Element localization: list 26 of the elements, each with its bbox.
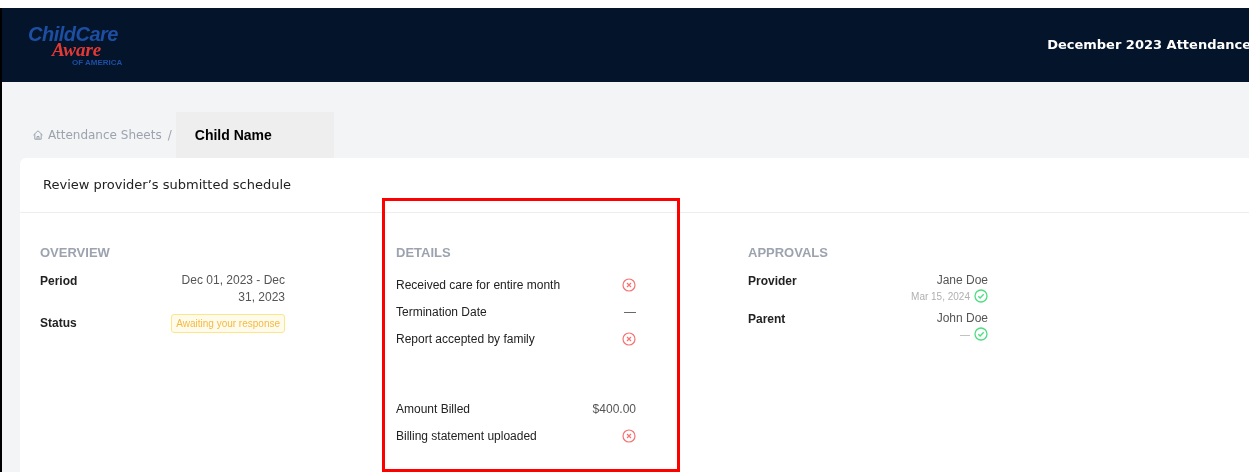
breadcrumb-separator: / (167, 127, 172, 144)
field-label: Termination Date (396, 304, 487, 321)
approver-name: Jane Doe (936, 271, 988, 289)
field-label: Status (40, 314, 77, 332)
field-label: Parent (748, 310, 786, 328)
field-label: Report accepted by family (396, 331, 535, 348)
section-heading: OVERVIEW (40, 244, 111, 262)
approval-date: Mar 15, 2024 (911, 289, 970, 304)
field-value: — (624, 304, 636, 321)
field-label: Amount Billed (396, 401, 471, 418)
field-label: Received care for entire month (396, 277, 561, 294)
field-label: Provider (748, 272, 797, 290)
approval-date: — (960, 327, 970, 342)
approver-name: John Doe (936, 309, 988, 327)
field-label: Billing statement uploaded (396, 428, 537, 445)
status-badge: Awaiting your response (171, 313, 285, 333)
section-heading: DETAILS (396, 244, 452, 262)
field-label: Period (40, 272, 78, 290)
card-title: Review provider’s submitted schedule (20, 158, 1249, 213)
logo: ChildCare Aware OF AMERICA (27, 23, 123, 67)
breadcrumb-current: Child Name (175, 112, 334, 158)
field-value: Dec 01, 2023 - Dec 31, 2023 (180, 271, 285, 306)
breadcrumb-link[interactable]: Attendance Sheets (48, 126, 162, 144)
home-icon[interactable] (32, 129, 44, 141)
section-heading: APPROVALS (748, 244, 829, 262)
field-value: $400.00 (592, 401, 636, 418)
